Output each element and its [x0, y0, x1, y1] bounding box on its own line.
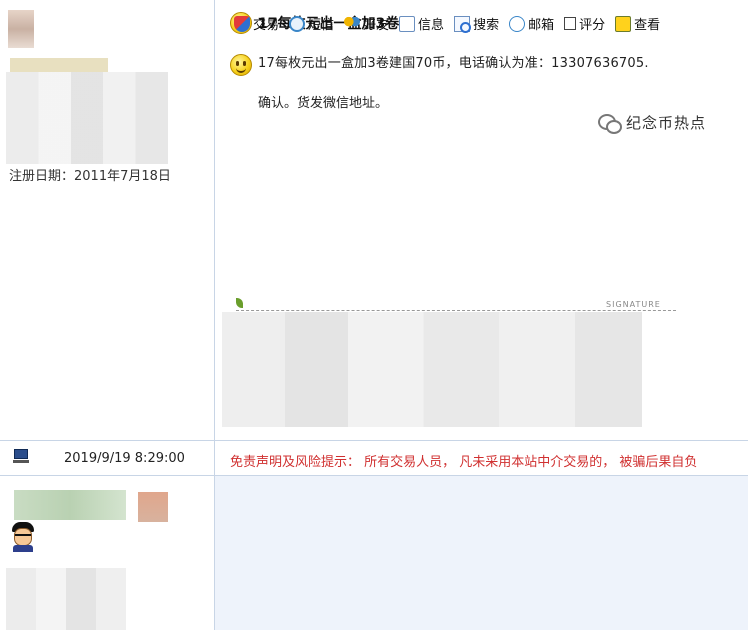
mail-icon	[509, 15, 526, 32]
blurred-username	[10, 58, 108, 72]
user-info-panel	[0, 476, 215, 630]
rate-icon	[564, 17, 577, 30]
view-button[interactable]: 查看	[615, 14, 660, 33]
wechat-icon	[598, 113, 622, 134]
mail-button[interactable]: 邮箱	[509, 14, 554, 33]
registration-date: 注册日期：2011年7月18日	[9, 169, 171, 184]
reply-body: 确认。货发微信地址。	[258, 96, 389, 111]
post-time: 2019/9/19 8:29:00	[64, 451, 185, 466]
friend-button[interactable]: 好友	[344, 14, 389, 33]
smiley-icon	[230, 54, 252, 76]
forum-thread: 注册日期：2011年7月18日 17每枚元出一盒加3卷 17每枚元出一盒加3卷建…	[0, 0, 748, 630]
rate-button[interactable]: 评分	[564, 14, 605, 33]
friend-icon	[344, 15, 361, 32]
computer-icon	[13, 449, 29, 463]
search-icon	[454, 15, 472, 33]
trade-button[interactable]: 交易	[234, 14, 279, 33]
signature-divider	[236, 310, 676, 311]
blurred-badge	[138, 492, 168, 522]
post-meta-left: 2019/9/19 8:29:00	[0, 441, 215, 475]
watermark-text: 纪念币热点	[626, 114, 707, 132]
view-icon	[615, 15, 632, 32]
sms-icon	[289, 15, 306, 32]
info-icon	[399, 15, 416, 32]
blurred-username	[14, 490, 126, 520]
blurred-user-details	[6, 568, 126, 630]
watermark: 纪念币热点	[598, 112, 707, 134]
post-body: 17每枚元出一盒加3卷建国70币，电话确认为准：13307636705.	[258, 56, 649, 71]
forum-reply	[0, 476, 748, 630]
blurred-avatar	[8, 10, 34, 48]
trade-icon	[234, 15, 250, 32]
avatar[interactable]	[10, 522, 36, 552]
info-button[interactable]: 信息	[399, 14, 444, 33]
blurred-user-details	[6, 72, 168, 164]
blurred-signature	[222, 312, 642, 427]
signature-label: SIGNATURE	[606, 300, 661, 309]
post-meta-bar: 2019/9/19 8:29:00 免责声明及风险提示： 所有交易人员， 凡未采…	[0, 440, 748, 476]
post-toolbar: 交易 短信 好友 信息 搜索 邮箱 评分 查看	[234, 14, 660, 33]
search-button[interactable]: 搜索	[454, 14, 499, 33]
sms-button[interactable]: 短信	[289, 14, 334, 33]
disclaimer-text: 免责声明及风险提示： 所有交易人员， 凡未采用本站中介交易的， 被骗后果自负	[230, 455, 698, 470]
reply-content	[216, 476, 748, 630]
forum-post: 注册日期：2011年7月18日 17每枚元出一盒加3卷 17每枚元出一盒加3卷建…	[0, 0, 748, 440]
user-info-panel: 注册日期：2011年7月18日	[0, 0, 215, 440]
